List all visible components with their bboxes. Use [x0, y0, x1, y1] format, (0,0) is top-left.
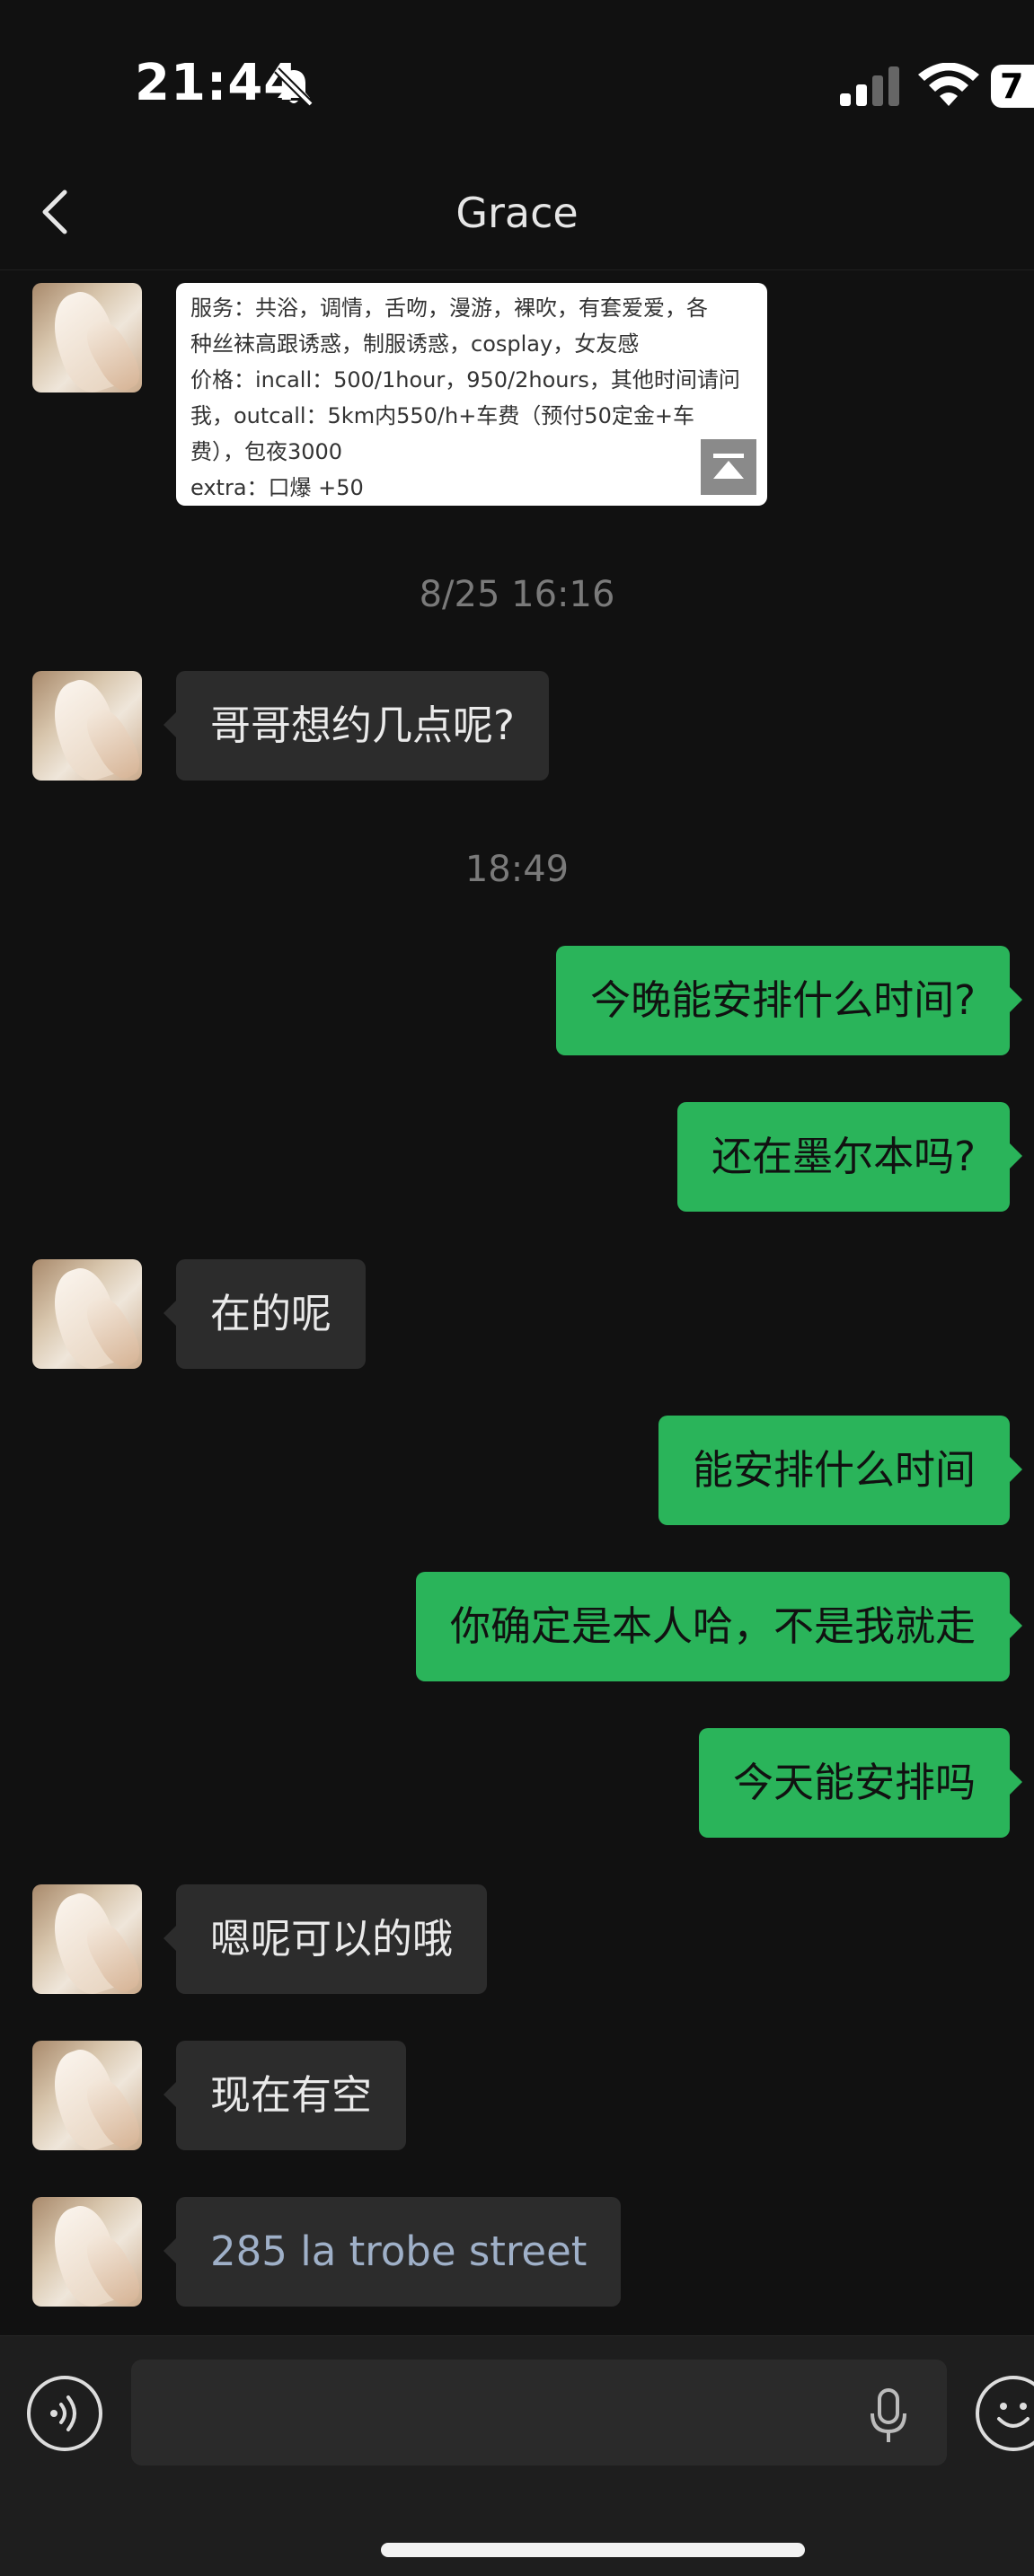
- service-card[interactable]: 服务：共浴，调情，舌吻，漫游，裸吹，有套爱爱，各 种丝袜高跟诱惑，制服诱惑，co…: [176, 283, 767, 506]
- card-line: 服务：共浴，调情，舌吻，漫游，裸吹，有套爱爱，各: [190, 296, 708, 321]
- card-line: 我，outcall：5km内550/h+车费（预付50定金+车: [190, 403, 694, 428]
- emoji-button[interactable]: [976, 2376, 1034, 2451]
- address-link[interactable]: 285 la trobe street: [210, 2228, 587, 2275]
- battery-indicator: 7: [991, 65, 1034, 108]
- input-bar: [0, 2335, 1034, 2576]
- incoming-message[interactable]: 嗯呢可以的哦: [163, 1884, 488, 1994]
- incoming-message[interactable]: 哥哥想约几点呢?: [163, 671, 549, 781]
- status-bar: 21:44 7: [0, 0, 1034, 162]
- avatar[interactable]: [32, 283, 142, 393]
- chat-header: Grace: [0, 162, 1034, 270]
- incoming-message[interactable]: 现在有空: [163, 2041, 407, 2150]
- message-timestamp: 18:49: [464, 849, 570, 890]
- avatar[interactable]: [32, 2197, 142, 2307]
- cellular-signal-icon: [840, 66, 899, 106]
- avatar[interactable]: [32, 671, 142, 781]
- card-line: 价格：incall：500/1hour，950/2hours，其他时间请问: [190, 367, 740, 393]
- outgoing-message[interactable]: 能安排什么时间: [658, 1416, 1023, 1525]
- incoming-message[interactable]: 在的呢: [163, 1259, 367, 1369]
- avatar[interactable]: [32, 1259, 142, 1369]
- incoming-address-message[interactable]: 285 la trobe street: [163, 2197, 622, 2307]
- emoji-icon: [997, 2403, 1030, 2428]
- voice-button[interactable]: [27, 2376, 102, 2451]
- message-input[interactable]: [131, 2360, 947, 2466]
- card-message: 服务：共浴，调情，舌吻，漫游，裸吹，有套爱爱，各 种丝袜高跟诱惑，制服诱惑，co…: [0, 270, 1034, 522]
- avatar[interactable]: [32, 2041, 142, 2150]
- outgoing-message[interactable]: 今晚能安排什么时间?: [556, 946, 1022, 1055]
- microphone-icon[interactable]: [864, 2386, 913, 2444]
- voice-icon: [50, 2395, 76, 2431]
- collapse-icon[interactable]: [701, 439, 756, 495]
- wifi-icon: [918, 63, 979, 106]
- outgoing-message[interactable]: 还在墨尔本吗?: [677, 1102, 1022, 1212]
- avatar[interactable]: [32, 1884, 142, 1994]
- message-timestamp: 8/25 16:16: [419, 574, 615, 615]
- home-indicator: [381, 2543, 805, 2557]
- card-line: 费），包夜3000: [190, 439, 343, 464]
- message-list[interactable]: 服务：共浴，调情，舌吻，漫游，裸吹，有套爱爱，各 种丝袜高跟诱惑，制服诱惑，co…: [0, 270, 1034, 2336]
- card-line: extra：口爆 +50: [190, 475, 364, 500]
- chat-title: Grace: [455, 189, 579, 237]
- outgoing-message[interactable]: 你确定是本人哈，不是我就走: [415, 1572, 1023, 1681]
- outgoing-message[interactable]: 今天能安排吗: [698, 1728, 1023, 1838]
- bell-slash-icon: [274, 67, 314, 107]
- card-line: 种丝袜高跟诱惑，制服诱惑，cosplay，女友感: [190, 331, 640, 357]
